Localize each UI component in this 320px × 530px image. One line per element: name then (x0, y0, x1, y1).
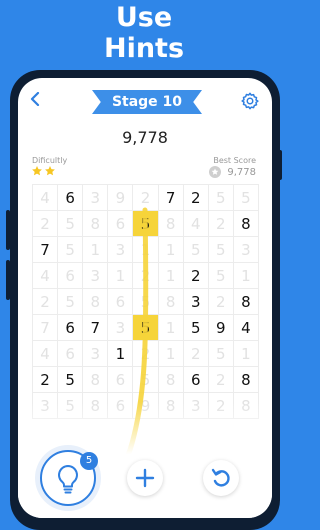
grid-cell[interactable]: 5 (58, 367, 84, 393)
grid-cell[interactable]: 2 (183, 263, 209, 289)
grid-cell[interactable]: 1 (83, 237, 109, 263)
grid-cell[interactable]: 4 (233, 315, 259, 341)
grid-cell[interactable]: 5 (58, 211, 84, 237)
grid-cell[interactable]: 7 (33, 237, 59, 263)
grid-cell[interactable]: 2 (208, 211, 234, 237)
grid-cell[interactable]: 5 (133, 289, 159, 315)
grid-cell[interactable]: 4 (33, 263, 59, 289)
undo-button[interactable] (203, 460, 239, 496)
phone-side-button (278, 150, 282, 180)
grid-cell[interactable]: 6 (108, 289, 134, 315)
grid-cell[interactable]: 2 (183, 185, 209, 211)
grid-cell[interactable]: 2 (33, 211, 59, 237)
best-score-star-icon (209, 166, 222, 178)
grid-cell[interactable]: 2 (33, 367, 59, 393)
grid-cell[interactable]: 5 (208, 185, 234, 211)
grid-cell[interactable]: 6 (108, 211, 134, 237)
star-icon (32, 166, 42, 176)
best-score: 9,778 (209, 166, 256, 178)
grid-cell[interactable]: 1 (108, 341, 134, 367)
undo-icon (211, 468, 230, 487)
plus-icon (135, 468, 155, 488)
back-button[interactable] (30, 90, 40, 111)
grid-cell[interactable]: 7 (158, 185, 184, 211)
grid-cell[interactable]: 3 (108, 237, 134, 263)
grid-cell[interactable]: 1 (108, 263, 134, 289)
grid-cell[interactable]: 6 (108, 367, 134, 393)
number-grid: 4639272552586584287513115534631212512586… (32, 184, 259, 419)
grid-cell[interactable]: 4 (183, 211, 209, 237)
grid-cell[interactable]: 8 (233, 367, 259, 393)
grid-cell[interactable]: 6 (58, 315, 84, 341)
grid-cell[interactable]: 2 (33, 289, 59, 315)
grid-cell[interactable]: 7 (33, 315, 59, 341)
current-score: 9,778 (122, 128, 168, 147)
grid-cell[interactable]: 3 (233, 237, 259, 263)
grid-cell[interactable]: 1 (158, 341, 184, 367)
grid-cell[interactable]: 8 (233, 211, 259, 237)
star-icon (45, 166, 55, 176)
grid-cell[interactable]: 1 (158, 263, 184, 289)
grid-cell[interactable]: 8 (158, 367, 184, 393)
grid-cell[interactable]: 1 (233, 263, 259, 289)
grid-cell[interactable]: 3 (183, 289, 209, 315)
grid-cell[interactable]: 1 (233, 341, 259, 367)
grid-cell[interactable]: 9 (108, 185, 134, 211)
gear-icon (241, 92, 259, 110)
grid-cell[interactable]: 3 (83, 263, 109, 289)
hint-count-badge: 5 (80, 452, 98, 470)
grid-cell[interactable]: 3 (83, 341, 109, 367)
grid-cell[interactable]: 2 (133, 341, 159, 367)
best-score-value: 9,778 (227, 166, 256, 178)
grid-cell[interactable]: 5 (133, 211, 159, 237)
grid-cell[interactable]: 6 (58, 263, 84, 289)
grid-cell[interactable]: 5 (58, 237, 84, 263)
grid-cell[interactable]: 2 (183, 341, 209, 367)
grid-cell[interactable]: 5 (58, 289, 84, 315)
grid-cell[interactable]: 2 (208, 289, 234, 315)
best-score-label: Best Score (213, 156, 256, 165)
grid-cell[interactable]: 5 (208, 263, 234, 289)
difficulty-stars (31, 165, 56, 177)
grid-cell[interactable]: 3 (83, 185, 109, 211)
grid-cell[interactable]: 2 (133, 263, 159, 289)
grid-cell[interactable]: 7 (83, 315, 109, 341)
grid-cell[interactable]: 8 (158, 211, 184, 237)
grid-cell[interactable]: 2 (208, 367, 234, 393)
grid-cell[interactable]: 5 (183, 237, 209, 263)
grid-cell[interactable]: 3 (108, 315, 134, 341)
grid-cell[interactable]: 1 (133, 237, 159, 263)
grid-cell[interactable]: 5 (183, 315, 209, 341)
grid-cell[interactable]: 1 (158, 237, 184, 263)
stage-banner: Stage 10 (92, 90, 202, 114)
promo-line-2: Hints (103, 33, 185, 64)
settings-button[interactable] (240, 91, 260, 111)
grid-cell[interactable]: 8 (83, 367, 109, 393)
grid-cell[interactable]: 2 (133, 185, 159, 211)
grid-cell[interactable]: 9 (208, 315, 234, 341)
grid-cell[interactable]: 8 (83, 289, 109, 315)
add-button[interactable] (127, 460, 163, 496)
grid-cell[interactable]: 8 (158, 289, 184, 315)
phone-side-button (6, 210, 10, 250)
grid-cell[interactable]: 5 (208, 341, 234, 367)
difficulty-label: Dificultly (32, 156, 68, 165)
phone-side-button (6, 260, 10, 300)
grid-cell[interactable]: 5 (233, 185, 259, 211)
grid-cell[interactable]: 8 (83, 211, 109, 237)
chevron-left-icon (30, 91, 40, 107)
grid-cell[interactable]: 6 (183, 367, 209, 393)
grid-cell[interactable]: 5 (133, 315, 159, 341)
game-screen: Stage 10 9,778 Dificultly Best Score 9,7… (18, 78, 272, 518)
grid-cell[interactable]: 5 (208, 237, 234, 263)
grid-cell[interactable]: 1 (158, 315, 184, 341)
grid-cell[interactable]: 5 (133, 367, 159, 393)
grid-cell[interactable]: 6 (58, 185, 84, 211)
grid-cell[interactable]: 6 (58, 341, 84, 367)
promo-line-1: Use (115, 2, 173, 33)
grid-cell[interactable]: 4 (33, 185, 59, 211)
grid-cell[interactable]: 8 (233, 289, 259, 315)
promo-title: Use Hints (0, 2, 288, 64)
grid-cell[interactable]: 4 (33, 341, 59, 367)
